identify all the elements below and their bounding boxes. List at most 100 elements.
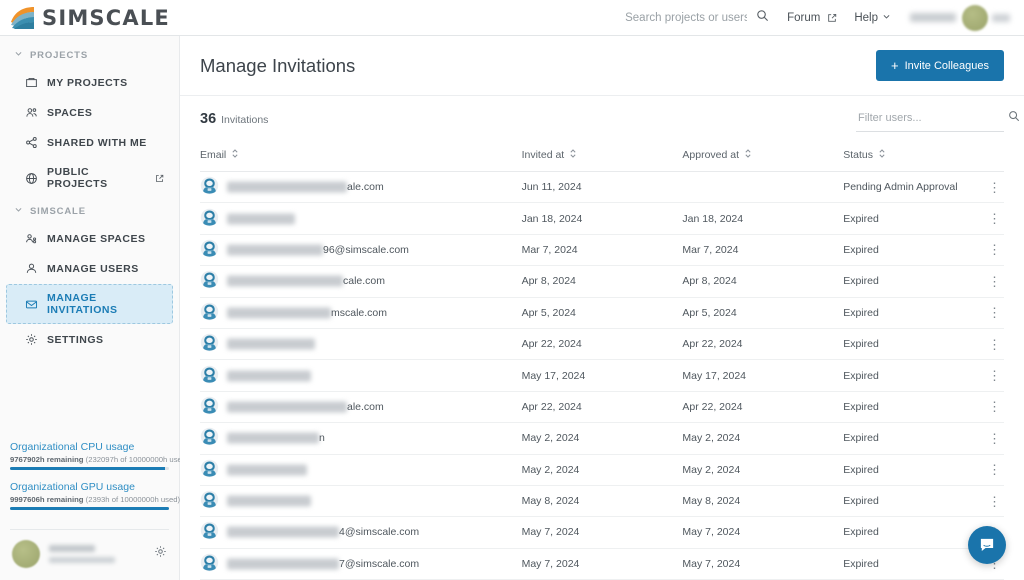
sidebar-item-shared-with-me[interactable]: SHARED WITH ME bbox=[6, 128, 173, 157]
row-actions-menu-icon[interactable]: ⋮ bbox=[988, 495, 1000, 508]
page-title: Manage Invitations bbox=[200, 55, 355, 77]
sort-icon[interactable] bbox=[878, 148, 886, 162]
sidebar-group-label: SIMSCALE bbox=[30, 206, 86, 217]
cpu-usage-block[interactable]: Organizational CPU usage 9767902h remain… bbox=[10, 441, 169, 470]
forum-link[interactable]: Forum bbox=[787, 12, 837, 24]
table-header-row: Email Invited at bbox=[200, 140, 1004, 172]
top-bar: SIMSCALE Forum Help bbox=[0, 0, 1024, 36]
cell-invited-at: May 8, 2024 bbox=[522, 485, 683, 516]
sidebar: PROJECTS MY PROJECTS SPACES bbox=[0, 36, 180, 580]
row-actions-menu-icon[interactable]: ⋮ bbox=[988, 369, 1000, 382]
row-actions-menu-icon[interactable]: ⋮ bbox=[988, 306, 1000, 319]
table-row[interactable]: 4@simscale.com May 7, 2024May 7, 2024Exp… bbox=[200, 517, 1004, 548]
email-visible-part: 7@simscale.com bbox=[227, 558, 419, 570]
brand-logo[interactable]: SIMSCALE bbox=[10, 5, 170, 30]
status-cell: Expired⋮ bbox=[843, 369, 1004, 382]
table-row[interactable]: May 17, 2024May 17, 2024Expired⋮ bbox=[200, 360, 1004, 391]
sidebar-user-row[interactable] bbox=[0, 530, 179, 580]
avatar[interactable] bbox=[962, 5, 988, 31]
email-cell: ale.com bbox=[200, 176, 522, 198]
sidebar-item-label: SHARED WITH ME bbox=[47, 137, 147, 149]
column-header-email[interactable]: Email bbox=[200, 140, 522, 172]
sort-icon[interactable] bbox=[231, 148, 239, 162]
table-row[interactable]: Jan 18, 2024Jan 18, 2024Expired⋮ bbox=[200, 203, 1004, 234]
help-menu[interactable]: Help bbox=[854, 12, 891, 24]
invitations-count: 36 Invitations bbox=[200, 111, 268, 127]
sidebar-item-manage-spaces[interactable]: MANAGE SPACES bbox=[6, 224, 173, 253]
sidebar-item-public-projects[interactable]: PUBLIC PROJECTS bbox=[6, 158, 173, 198]
sidebar-group-simscale[interactable]: SIMSCALE bbox=[0, 199, 179, 223]
main-content: Manage Invitations + Invite Colleagues 3… bbox=[180, 36, 1024, 580]
sidebar-item-label: PUBLIC PROJECTS bbox=[47, 166, 143, 190]
invite-colleagues-button[interactable]: + Invite Colleagues bbox=[876, 50, 1004, 81]
cpu-remaining: 9767902h remaining bbox=[10, 455, 84, 464]
search-icon[interactable] bbox=[756, 9, 769, 27]
row-actions-menu-icon[interactable]: ⋮ bbox=[988, 181, 1000, 194]
column-header-invited-at[interactable]: Invited at bbox=[522, 140, 683, 172]
table-row[interactable]: May 2, 2024May 2, 2024Expired⋮ bbox=[200, 454, 1004, 485]
row-actions-menu-icon[interactable]: ⋮ bbox=[988, 275, 1000, 288]
sort-icon[interactable] bbox=[744, 148, 752, 162]
gpu-usage-block[interactable]: Organizational GPU usage 9997606h remain… bbox=[10, 481, 169, 510]
table-head: Email Invited at bbox=[200, 140, 1004, 172]
gear-icon[interactable] bbox=[154, 545, 167, 563]
row-actions-menu-icon[interactable]: ⋮ bbox=[988, 400, 1000, 413]
filter-users-input[interactable] bbox=[858, 112, 1000, 124]
table-row[interactable]: mscale.com Apr 5, 2024Apr 5, 2024Expired… bbox=[200, 297, 1004, 328]
row-actions-menu-icon[interactable]: ⋮ bbox=[988, 212, 1000, 225]
sidebar-item-label: SPACES bbox=[47, 107, 92, 119]
column-header-status[interactable]: Status bbox=[843, 140, 1004, 172]
cell-approved-at: May 2, 2024 bbox=[682, 454, 843, 485]
table-row[interactable]: May 8, 2024May 8, 2024Expired⋮ bbox=[200, 485, 1004, 516]
sidebar-item-my-projects[interactable]: MY PROJECTS bbox=[6, 68, 173, 97]
sidebar-item-spaces[interactable]: SPACES bbox=[6, 98, 173, 127]
sidebar-item-settings[interactable]: SETTINGS bbox=[6, 325, 173, 354]
sidebar-item-label: MANAGE USERS bbox=[47, 263, 139, 275]
email-visible-part: 96@simscale.com bbox=[227, 244, 409, 256]
email-text: 96@simscale.com bbox=[227, 244, 409, 256]
table-row[interactable]: Apr 22, 2024Apr 22, 2024Expired⋮ bbox=[200, 328, 1004, 359]
sidebar-item-manage-invitations[interactable]: MANAGE INVITATIONS bbox=[6, 284, 173, 324]
cell-approved-at: Apr 5, 2024 bbox=[682, 297, 843, 328]
cpu-usage-title: Organizational CPU usage bbox=[10, 441, 169, 453]
column-label: Invited at bbox=[522, 149, 565, 161]
row-actions-menu-icon[interactable]: ⋮ bbox=[988, 338, 1000, 351]
table-row[interactable]: 7@simscale.com May 7, 2024May 7, 2024Exp… bbox=[200, 548, 1004, 579]
cell-invited-at: May 7, 2024 bbox=[522, 548, 683, 579]
table-row[interactable]: n May 2, 2024May 2, 2024Expired⋮ bbox=[200, 423, 1004, 454]
cell-status: Expired⋮ bbox=[843, 203, 1004, 234]
table-row[interactable]: ale.com Apr 22, 2024Apr 22, 2024Expired⋮ bbox=[200, 391, 1004, 422]
cell-email bbox=[200, 360, 522, 391]
filter-users-field[interactable] bbox=[856, 106, 1004, 132]
user-menu-redacted[interactable] bbox=[992, 14, 1010, 22]
avatar bbox=[200, 365, 219, 387]
status-cell: Expired⋮ bbox=[843, 495, 1004, 508]
cell-status: Expired⋮ bbox=[843, 360, 1004, 391]
table-row[interactable]: ale.com Jun 11, 2024Pending Admin Approv… bbox=[200, 172, 1004, 203]
column-header-approved-at[interactable]: Approved at bbox=[682, 140, 843, 172]
avatar bbox=[200, 490, 219, 512]
astronaut-avatar-icon bbox=[200, 302, 219, 321]
sidebar-item-manage-users[interactable]: MANAGE USERS bbox=[6, 254, 173, 283]
sidebar-user-text-redacted bbox=[49, 545, 145, 563]
sidebar-group-projects[interactable]: PROJECTS bbox=[0, 43, 179, 67]
chat-bubble-icon[interactable] bbox=[968, 526, 1006, 564]
cell-email: cale.com bbox=[200, 266, 522, 297]
row-actions-menu-icon[interactable]: ⋮ bbox=[988, 432, 1000, 445]
table-row[interactable]: 96@simscale.com Mar 7, 2024Mar 7, 2024Ex… bbox=[200, 234, 1004, 265]
search-icon[interactable] bbox=[1008, 109, 1020, 127]
avatar[interactable] bbox=[12, 540, 40, 568]
sort-icon[interactable] bbox=[569, 148, 577, 162]
email-cell: 7@simscale.com bbox=[200, 553, 522, 575]
row-actions-menu-icon[interactable]: ⋮ bbox=[988, 463, 1000, 476]
cell-invited-at: Apr 8, 2024 bbox=[522, 266, 683, 297]
cell-invited-at: Mar 7, 2024 bbox=[522, 234, 683, 265]
status-badge: Expired bbox=[843, 307, 879, 319]
astronaut-avatar-icon bbox=[200, 176, 219, 195]
search-input[interactable] bbox=[625, 12, 747, 24]
global-search[interactable] bbox=[625, 9, 769, 27]
cpu-used: (232097h of 10000000h used) bbox=[86, 455, 189, 464]
table-row[interactable]: cale.com Apr 8, 2024Apr 8, 2024Expired⋮ bbox=[200, 266, 1004, 297]
row-actions-menu-icon[interactable]: ⋮ bbox=[988, 243, 1000, 256]
cell-approved-at: Jan 18, 2024 bbox=[682, 203, 843, 234]
